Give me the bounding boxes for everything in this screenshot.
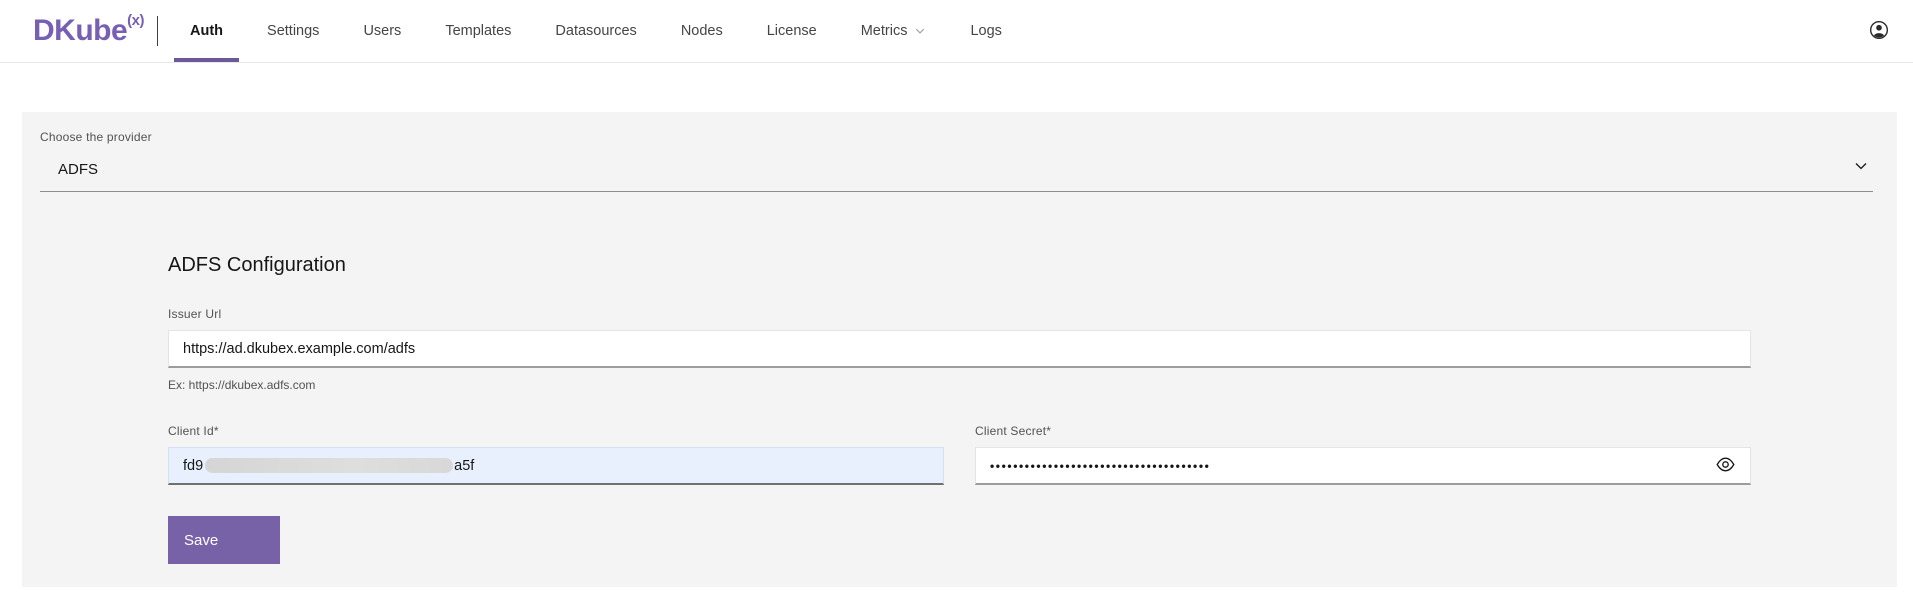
provider-selected-value: ADFS <box>58 161 98 178</box>
tab-label: Settings <box>267 23 319 39</box>
tab-label: License <box>767 23 817 39</box>
tab-metrics[interactable]: Metrics <box>845 0 943 62</box>
issuer-url-value: https://ad.dkubex.example.com/adfs <box>183 341 415 357</box>
tab-label: Templates <box>445 23 511 39</box>
form-title: ADFS Configuration <box>168 254 1751 277</box>
client-secret-input[interactable]: •••••••••••••••••••••••••••••••••••••• <box>975 447 1751 485</box>
tab-label: Nodes <box>681 23 723 39</box>
provider-select[interactable]: ADFS <box>40 144 1873 192</box>
credentials-row: Client Id* fd9 a5f Client Secret* •••••••… <box>168 394 1751 485</box>
app-logo[interactable]: DKube(x) <box>33 14 144 48</box>
issuer-url-input[interactable]: https://ad.dkubex.example.com/adfs <box>168 330 1751 368</box>
client-id-column: Client Id* fd9 a5f <box>168 394 944 485</box>
tab-label: Datasources <box>555 23 636 39</box>
toggle-secret-visibility-button[interactable] <box>1711 450 1740 482</box>
client-id-value-suffix: a5f <box>454 458 474 474</box>
tab-auth[interactable]: Auth <box>174 0 239 62</box>
tab-users[interactable]: Users <box>347 0 417 62</box>
adfs-config-form: ADFS Configuration Issuer Url https://ad… <box>22 254 1897 564</box>
tab-settings[interactable]: Settings <box>251 0 335 62</box>
eye-icon <box>1715 454 1736 478</box>
tab-label: Logs <box>970 23 1001 39</box>
user-account-icon <box>1869 20 1889 43</box>
provider-block: Choose the provider ADFS <box>22 112 1897 192</box>
client-secret-label: Client Secret* <box>975 424 1751 438</box>
auth-panel: Choose the provider ADFS ADFS Configurat… <box>22 112 1897 587</box>
logo-superscript: (x) <box>127 12 144 29</box>
client-id-redacted-blob <box>205 458 453 473</box>
tab-label: Metrics <box>861 23 908 39</box>
tab-label: Auth <box>190 23 223 39</box>
chevron-down-icon <box>914 25 926 37</box>
chevron-down-icon <box>1853 158 1869 178</box>
tab-nodes[interactable]: Nodes <box>665 0 739 62</box>
issuer-url-helper: Ex: https://dkubex.adfs.com <box>168 378 1751 392</box>
logo-text: DKube <box>33 14 127 47</box>
main-nav: Auth Settings Users Templates Datasource… <box>174 0 1018 62</box>
user-account-button[interactable] <box>1869 20 1889 43</box>
app-header: DKube(x) Auth Settings Users Templates D… <box>0 0 1913 63</box>
tab-license[interactable]: License <box>751 0 833 62</box>
tab-label: Users <box>363 23 401 39</box>
client-secret-column: Client Secret* •••••••••••••••••••••••••… <box>975 394 1751 485</box>
save-button[interactable]: Save <box>168 516 280 564</box>
client-id-input[interactable]: fd9 a5f <box>168 447 944 485</box>
client-secret-masked-value: •••••••••••••••••••••••••••••••••••••• <box>990 447 1210 485</box>
client-id-label: Client Id* <box>168 424 944 438</box>
issuer-url-label: Issuer Url <box>168 307 1751 321</box>
tab-logs[interactable]: Logs <box>954 0 1017 62</box>
tab-templates[interactable]: Templates <box>429 0 527 62</box>
header-divider <box>157 16 158 46</box>
tab-datasources[interactable]: Datasources <box>539 0 652 62</box>
provider-label: Choose the provider <box>40 130 1897 144</box>
client-id-value-prefix: fd9 <box>183 458 203 474</box>
